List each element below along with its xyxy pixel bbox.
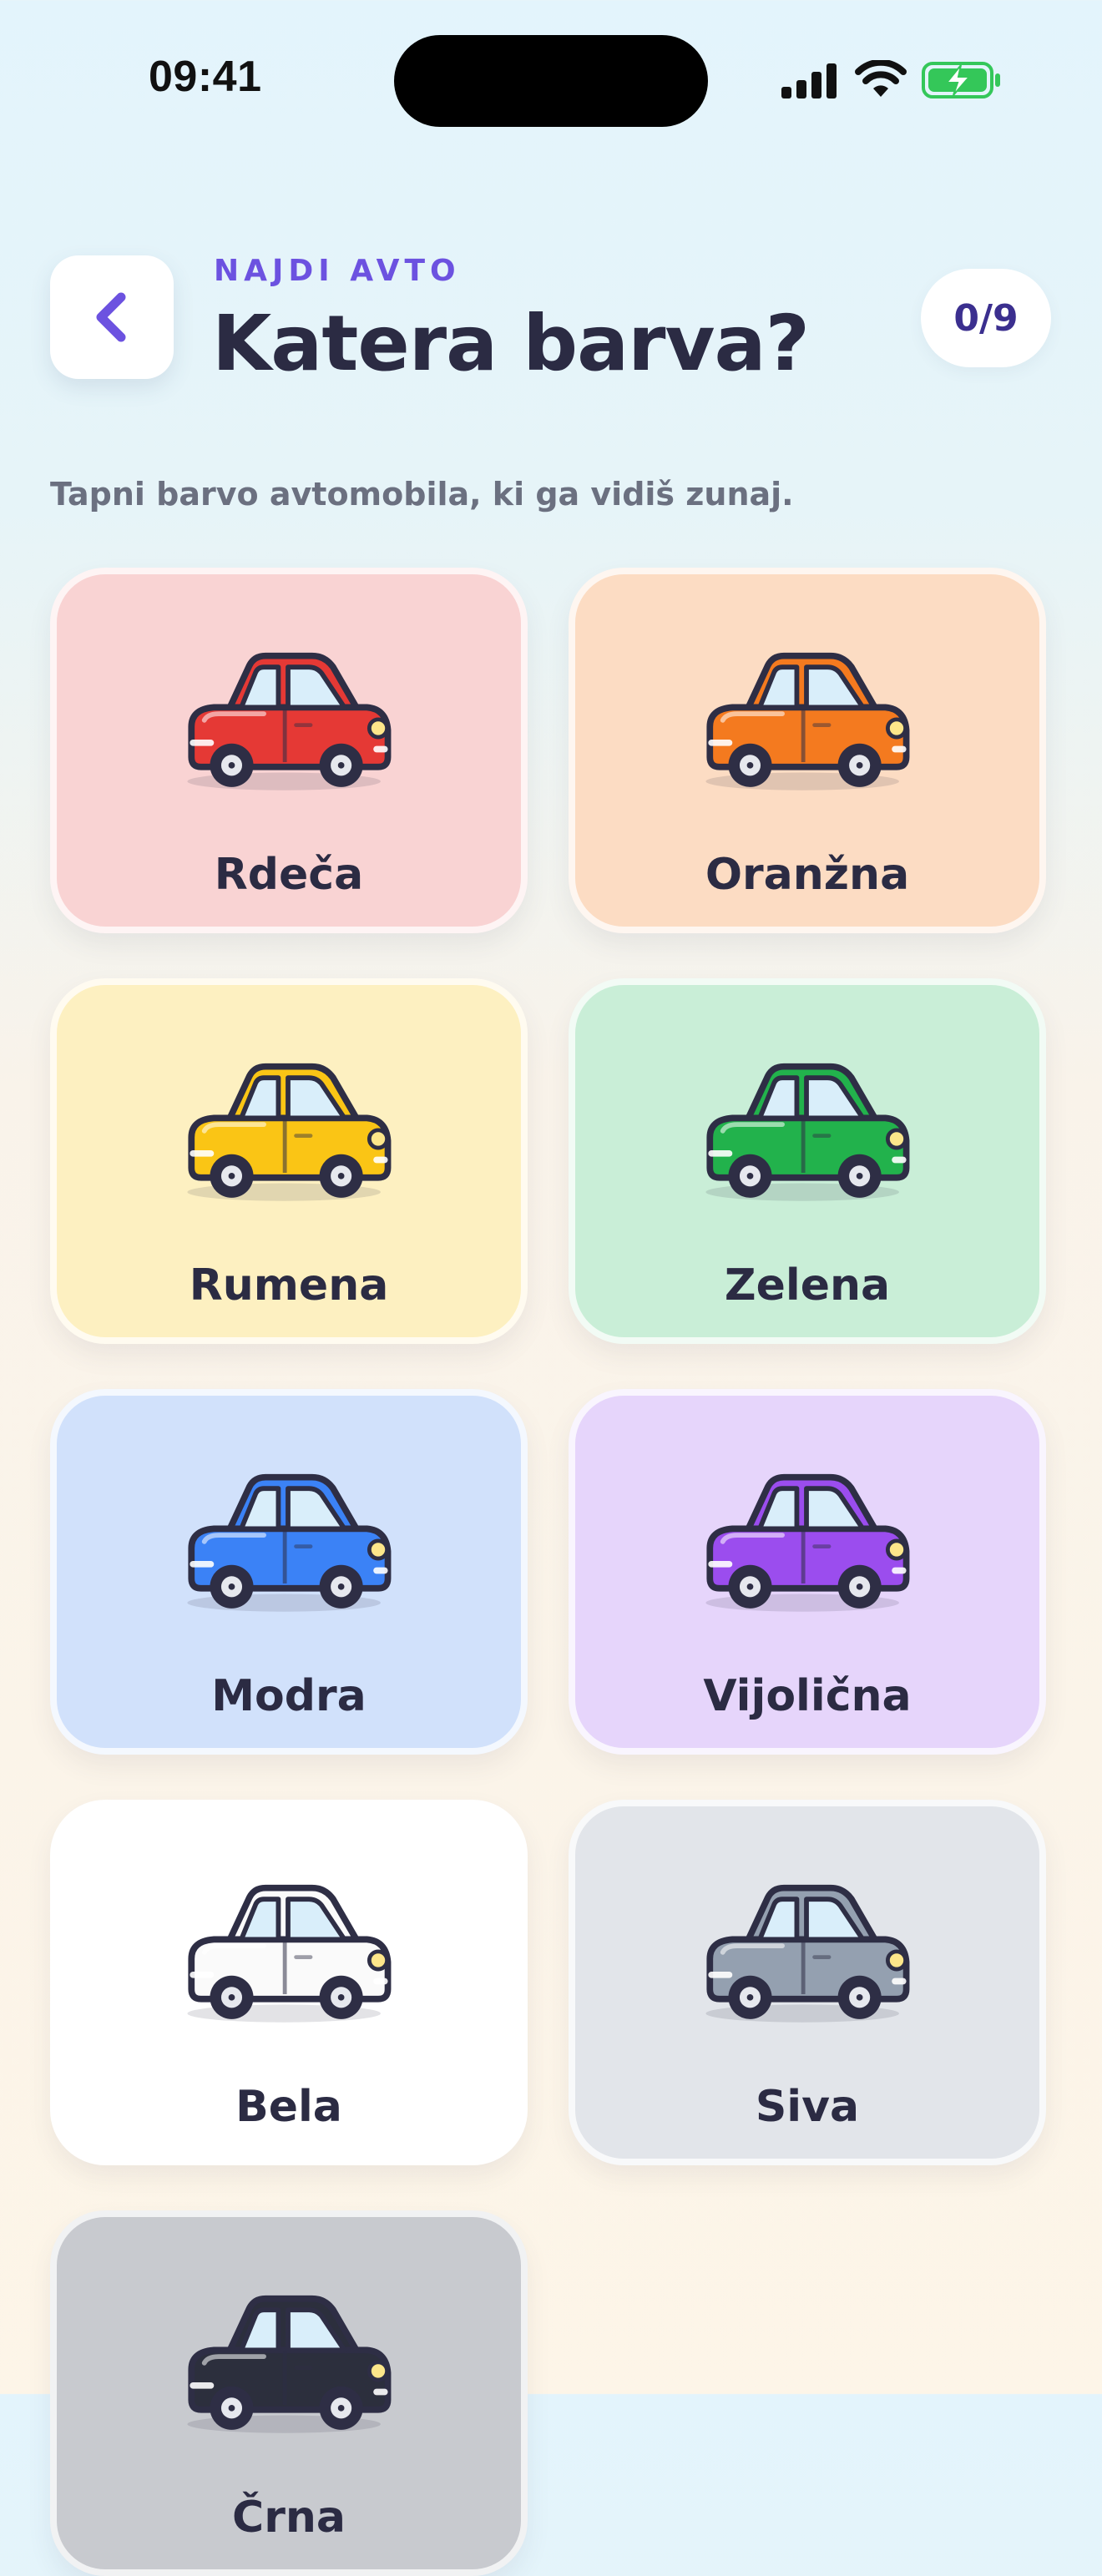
cellular-signal-icon (781, 63, 837, 98)
color-label: Rumena (189, 1260, 389, 1311)
color-label: Črna (232, 2493, 346, 2543)
chevron-left-icon (96, 292, 126, 342)
car-icon (187, 1473, 392, 1612)
car-icon (705, 1884, 910, 2023)
color-label: Vijolična (703, 1671, 912, 1721)
instructions-text: Tapni barvo avtomobila, ki ga vidiš zuna… (50, 476, 794, 513)
color-card-modra[interactable]: Modra (50, 1389, 528, 1755)
color-card-rdeca[interactable]: Rdeča (50, 568, 528, 933)
color-card-crna[interactable]: Črna (50, 2210, 528, 2576)
eyebrow-label: NAJDI AVTO (214, 254, 461, 288)
color-card-vijolicna[interactable]: Vijolična (569, 1389, 1046, 1755)
page-title: Katera barva? (212, 299, 810, 388)
wifi-icon (855, 60, 907, 97)
color-label: Siva (755, 2082, 860, 2132)
car-icon (187, 1063, 392, 1201)
car-icon (187, 1884, 392, 2023)
color-label: Bela (235, 2082, 342, 2132)
back-button[interactable] (50, 255, 174, 379)
color-label: Rdeča (214, 850, 364, 900)
dynamic-island (394, 35, 708, 127)
color-label: Modra (211, 1671, 366, 1721)
color-label: Zelena (724, 1260, 891, 1311)
color-card-zelena[interactable]: Zelena (569, 978, 1046, 1344)
battery-charging-icon (922, 62, 1000, 98)
car-icon (187, 652, 392, 790)
color-label: Oranžna (705, 850, 910, 900)
car-icon (705, 1063, 910, 1201)
status-time: 09:41 (149, 53, 262, 101)
progress-counter: 0/9 (921, 269, 1051, 367)
car-icon (705, 652, 910, 790)
car-icon (187, 2295, 392, 2433)
color-card-siva[interactable]: Siva (569, 1800, 1046, 2165)
car-icon (705, 1473, 910, 1612)
color-card-rumena[interactable]: Rumena (50, 978, 528, 1344)
color-card-bela[interactable]: Bela (50, 1800, 528, 2165)
color-card-oranzna[interactable]: Oranžna (569, 568, 1046, 933)
